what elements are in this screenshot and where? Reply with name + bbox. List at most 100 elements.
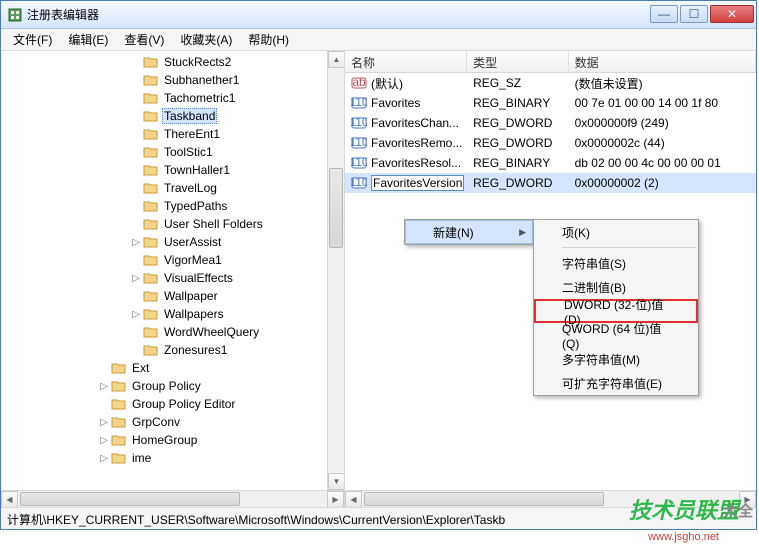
tree-item[interactable]: ▷VisualEffects: [1, 269, 327, 287]
menu-help[interactable]: 帮助(H): [240, 29, 297, 50]
tree-item[interactable]: Zonesures1: [1, 341, 327, 359]
tree-item-label: Wallpaper: [162, 289, 220, 303]
folder-icon: [111, 433, 127, 447]
tree-item-label: User Shell Folders: [162, 217, 265, 231]
col-data[interactable]: 数据: [569, 51, 756, 72]
tree-item[interactable]: StuckRects2: [1, 53, 327, 71]
menu-view[interactable]: 查看(V): [116, 29, 172, 50]
tree-hscrollbar[interactable]: ◀ ▶: [1, 490, 344, 507]
tree-item-label: Subhanether1: [162, 73, 241, 87]
tree-item[interactable]: ▷ime: [1, 449, 327, 467]
tree-item[interactable]: WordWheelQuery: [1, 323, 327, 341]
value-data: 0x00000002 (2): [569, 176, 756, 190]
folder-icon: [143, 73, 159, 87]
list-hscrollbar[interactable]: ◀ ▶: [345, 490, 756, 507]
tree-expander-icon[interactable]: ▷: [97, 381, 111, 392]
context-new[interactable]: 新建(N) ▶: [405, 220, 533, 244]
tree-expander-icon[interactable]: ▷: [129, 273, 143, 284]
minimize-button[interactable]: —: [650, 5, 678, 23]
scroll-right-button[interactable]: ▶: [327, 491, 344, 507]
tree-item-label: GrpConv: [130, 415, 182, 429]
tree-item[interactable]: ▷Wallpapers: [1, 305, 327, 323]
close-button[interactable]: ✕: [710, 5, 754, 23]
scroll-up-button[interactable]: ▲: [328, 51, 345, 68]
tree-item[interactable]: Tachometric1: [1, 89, 327, 107]
scroll-left-button[interactable]: ◀: [1, 491, 18, 507]
value-name: FavoritesVersion: [371, 175, 464, 191]
binary-value-icon: 110: [351, 115, 367, 131]
value-name: FavoritesRemo...: [371, 136, 462, 150]
tree-expander-icon[interactable]: ▷: [97, 435, 111, 446]
tree-item[interactable]: ▷ GrpConv: [1, 413, 327, 431]
tree-item-label: TravelLog: [162, 181, 219, 195]
tree-item[interactable]: Subhanether1: [1, 71, 327, 89]
scroll-thumb[interactable]: [20, 492, 240, 506]
tree-expander-icon[interactable]: ▷: [129, 237, 143, 248]
tree-item[interactable]: ThereEnt1: [1, 125, 327, 143]
list-row[interactable]: 110FavoritesResol...REG_BINARYdb 02 00 0…: [345, 153, 756, 173]
menu-separator: [562, 247, 696, 248]
string-value-icon: ab: [351, 75, 367, 91]
tree-item[interactable]: Ext: [1, 359, 327, 377]
tree-vscrollbar[interactable]: ▲ ▼: [327, 51, 344, 490]
titlebar[interactable]: 注册表编辑器 — ☐ ✕: [1, 1, 756, 29]
tree-item-label: ToolStic1: [162, 145, 215, 159]
tree-item[interactable]: ToolStic1: [1, 143, 327, 161]
menubar: 文件(F) 编辑(E) 查看(V) 收藏夹(A) 帮助(H): [1, 29, 756, 51]
list-row[interactable]: 110FavoritesChan...REG_DWORD0x000000f9 (…: [345, 113, 756, 133]
col-type[interactable]: 类型: [467, 51, 569, 72]
tree-item[interactable]: TravelLog: [1, 179, 327, 197]
maximize-button[interactable]: ☐: [680, 5, 708, 23]
menu-file[interactable]: 文件(F): [5, 29, 60, 50]
menu-edit[interactable]: 编辑(E): [60, 29, 116, 50]
context-new-key[interactable]: 项(K): [534, 220, 698, 244]
scroll-thumb[interactable]: [329, 168, 343, 248]
menu-favorites[interactable]: 收藏夹(A): [172, 29, 240, 50]
tree-item[interactable]: Group Policy Editor: [1, 395, 327, 413]
tree-item[interactable]: ▷Group Policy: [1, 377, 327, 395]
list-row[interactable]: 110FavoritesRemo...REG_DWORD0x0000002c (…: [345, 133, 756, 153]
binary-value-icon: 110: [351, 175, 367, 191]
folder-icon: [111, 379, 127, 393]
context-new-string[interactable]: 字符串值(S): [534, 251, 698, 275]
window-title: 注册表编辑器: [27, 6, 650, 23]
binary-value-icon: 110: [351, 135, 367, 151]
svg-text:110: 110: [351, 115, 367, 129]
folder-icon: [143, 109, 159, 123]
tree-item[interactable]: VigorMea1: [1, 251, 327, 269]
context-new-multistring[interactable]: 多字符串值(M): [534, 347, 698, 371]
tree-expander-icon[interactable]: ▷: [97, 417, 111, 428]
tree-item[interactable]: Taskband: [1, 107, 327, 125]
tree-item[interactable]: TypedPaths: [1, 197, 327, 215]
scroll-thumb[interactable]: [364, 492, 604, 506]
list-row[interactable]: 110FavoritesVersionREG_DWORD0x00000002 (…: [345, 173, 756, 193]
value-data: 00 7e 01 00 00 14 00 1f 80: [569, 96, 756, 110]
value-data: (数值未设置): [569, 75, 756, 92]
tree-item[interactable]: Wallpaper: [1, 287, 327, 305]
context-submenu-new: 项(K) 字符串值(S) 二进制值(B) DWORD (32-位)值(D) QW…: [533, 219, 699, 396]
value-data: 0x000000f9 (249): [569, 116, 756, 130]
folder-icon: [143, 163, 159, 177]
col-name[interactable]: 名称: [345, 51, 467, 72]
list-header[interactable]: 名称 类型 数据: [345, 51, 756, 73]
registry-tree[interactable]: StuckRects2 Subhanether1 Tachometric1Taskb…: [1, 51, 327, 490]
binary-value-icon: 110: [351, 95, 367, 111]
scroll-left-button[interactable]: ◀: [345, 491, 362, 507]
context-new-qword[interactable]: QWORD (64 位)值(Q): [534, 323, 698, 347]
tree-item[interactable]: TownHaller1: [1, 161, 327, 179]
tree-item-label: Taskband: [162, 108, 217, 124]
folder-icon: [143, 271, 159, 285]
tree-expander-icon[interactable]: ▷: [97, 453, 111, 464]
scroll-down-button[interactable]: ▼: [328, 473, 345, 490]
value-data: db 02 00 00 4c 00 00 00 01: [569, 156, 756, 170]
context-new-expandstring[interactable]: 可扩充字符串值(E): [534, 371, 698, 395]
tree-item[interactable]: ▷UserAssist: [1, 233, 327, 251]
tree-item[interactable]: User Shell Folders: [1, 215, 327, 233]
tree-item[interactable]: ▷HomeGroup: [1, 431, 327, 449]
scroll-right-button[interactable]: ▶: [739, 491, 756, 507]
list-row[interactable]: 110FavoritesREG_BINARY00 7e 01 00 00 14 …: [345, 93, 756, 113]
tree-item-label: Zonesures1: [162, 343, 229, 357]
value-name: Favorites: [371, 96, 420, 110]
list-row[interactable]: ab(默认)REG_SZ(数值未设置): [345, 73, 756, 93]
tree-expander-icon[interactable]: ▷: [129, 309, 143, 320]
